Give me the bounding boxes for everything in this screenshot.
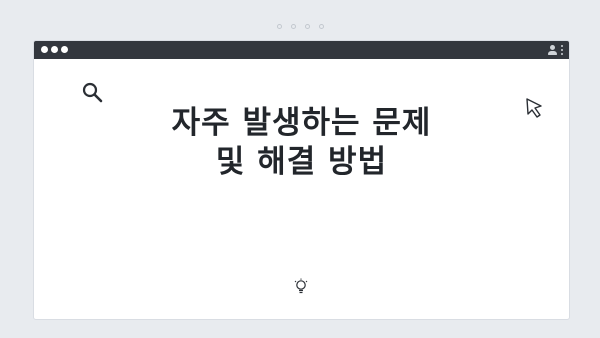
pager-dot <box>318 24 324 29</box>
pager-dot <box>304 24 310 29</box>
window-titlebar <box>34 41 569 59</box>
window-controls <box>41 46 68 53</box>
window-dot-icon[interactable] <box>41 46 48 53</box>
pager-dot <box>276 24 282 29</box>
window-dot-icon[interactable] <box>61 46 68 53</box>
pager-dots <box>0 24 600 29</box>
window-dot-icon[interactable] <box>51 46 58 53</box>
more-vertical-icon[interactable] <box>561 44 563 55</box>
page-headline: 자주 발생하는 문제 및 해결 방법 <box>171 105 432 180</box>
user-icon[interactable] <box>548 44 557 55</box>
cursor-pointer-icon <box>526 98 542 118</box>
pager-dot <box>290 24 296 29</box>
search-icon <box>82 82 103 103</box>
browser-window: 자주 발생하는 문제 및 해결 방법 <box>33 40 570 320</box>
titlebar-actions <box>548 44 563 55</box>
lightbulb-icon <box>294 278 308 294</box>
